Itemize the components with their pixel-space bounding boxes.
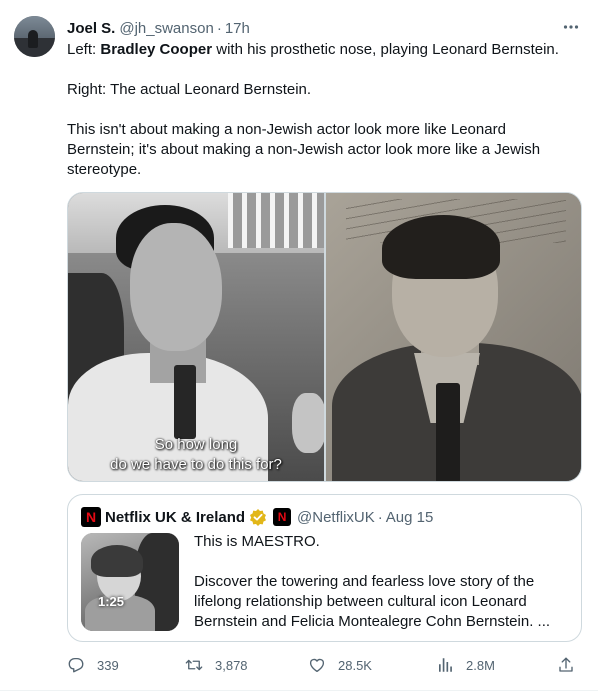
tweet-line-2: Right: The actual Leonard Bernstein. — [67, 81, 312, 98]
tweet-line-3c: stereotype. — [67, 161, 142, 178]
tweet-line-3a: This isn't about making a non-Jewish act… — [67, 121, 506, 138]
share-button[interactable] — [557, 654, 575, 676]
views-count: 2.8M — [466, 657, 495, 673]
tweet-line-1: Left: Bradley Cooper with his prosthetic… — [67, 40, 585, 60]
netflix-avatar[interactable]: N — [81, 507, 101, 527]
caption-line-2: do we have to do this for? — [110, 456, 282, 473]
header-separator: · — [216, 19, 222, 37]
quoted-tweet-header: N Netflix UK & Ireland N @NetflixUK · Au… — [81, 507, 433, 527]
quoted-separator: · — [377, 508, 383, 526]
tweet-line-1-prefix: Left: — [67, 41, 101, 58]
tweet-line-1-bold: Bradley Cooper — [100, 41, 213, 58]
tweet-line-3b: Bernstein; it's about making a non-Jewis… — [67, 141, 541, 158]
more-icon-svg — [563, 25, 579, 29]
media-image-right[interactable] — [326, 193, 581, 481]
views-icon — [439, 658, 452, 672]
more-icon[interactable] — [558, 16, 584, 38]
tweet-line-1-suffix: with his prosthetic nose, playing Leonar… — [212, 41, 559, 58]
heart-icon — [309, 658, 325, 673]
tweet[interactable]: Joel S. @jh_swanson · 17h Left: Bradley … — [0, 0, 598, 691]
left-image-tie — [174, 365, 196, 439]
right-image-tie — [436, 383, 460, 481]
author-handle[interactable]: @jh_swanson — [119, 20, 213, 37]
media-image-left[interactable]: So how long do we have to do this for? — [68, 193, 324, 481]
quoted-date[interactable]: Aug 15 — [386, 509, 434, 526]
quoted-tweet[interactable]: N Netflix UK & Ireland N @NetflixUK · Au… — [67, 494, 582, 642]
subtitle-caption: So how long do we have to do this for? — [68, 435, 324, 475]
retweet-count: 3,878 — [215, 657, 248, 673]
media-grid[interactable]: So how long do we have to do this for? — [67, 192, 582, 482]
action-bar: 339 3,878 28.5K 2.8M — [67, 654, 582, 676]
thumbnail-woman-hair — [91, 545, 143, 577]
reply-count: 339 — [97, 657, 119, 673]
author-name[interactable]: Joel S. — [67, 20, 115, 37]
quoted-line-1: This is MAESTRO. — [194, 533, 320, 550]
right-image-hair — [382, 215, 500, 279]
gold-verified-badge-icon — [250, 509, 267, 526]
tweet-time[interactable]: 17h — [225, 20, 250, 37]
avatar-figure — [28, 30, 38, 48]
caption-line-1: So how long — [154, 436, 238, 453]
quoted-video-thumbnail[interactable]: 1:25 — [81, 533, 179, 631]
quoted-author-name[interactable]: Netflix UK & Ireland — [105, 509, 245, 526]
like-button[interactable]: 28.5K — [308, 654, 372, 676]
reply-button[interactable]: 339 — [67, 654, 119, 676]
views-button[interactable]: 2.8M — [436, 654, 495, 676]
left-image-face — [130, 223, 222, 351]
quoted-author-handle[interactable]: @NetflixUK — [297, 509, 375, 526]
reply-icon — [68, 657, 84, 673]
like-count: 28.5K — [338, 657, 372, 673]
tweet-text: Left: Bradley Cooper with his prosthetic… — [67, 40, 585, 180]
quoted-tweet-text: This is MAESTRO. Discover the towering a… — [194, 532, 574, 632]
video-duration: 1:25 — [98, 594, 125, 609]
retweet-button[interactable]: 3,878 — [185, 654, 248, 676]
left-image-colonnade — [228, 193, 324, 248]
netflix-affiliate-badge-icon: N — [273, 508, 292, 526]
retweet-icon — [185, 659, 203, 671]
avatar[interactable] — [14, 16, 55, 57]
share-icon — [559, 657, 573, 672]
quoted-line-4: Bernstein and Felicia Montealegre Cohn B… — [194, 613, 551, 630]
quoted-line-3: lifelong relationship between cultural i… — [194, 593, 527, 610]
tweet-header: Joel S. @jh_swanson · 17h — [67, 18, 250, 38]
quoted-line-2: Discover the towering and fearless love … — [194, 573, 535, 590]
